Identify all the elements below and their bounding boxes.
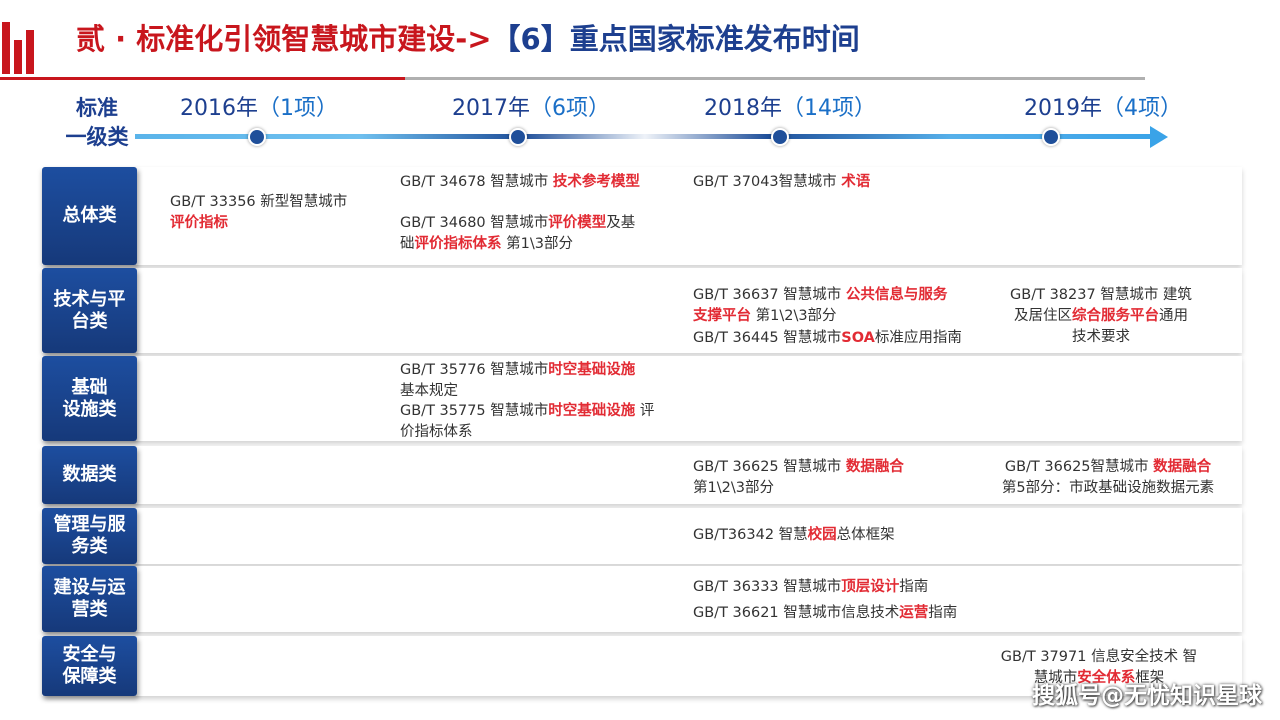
standard-entry: GB/T 35776 智慧城市时空基础设施 基本规定 <box>400 362 636 399</box>
category-security: 安全与 保障类 <box>42 636 137 696</box>
standard-entry: GB/T 36445 智慧城市SOA标准应用指南 <box>693 330 962 346</box>
row-bg-management <box>42 508 1242 564</box>
standard-entry: GB/T 36333 智慧城市顶层设计指南 <box>693 579 929 595</box>
timeline-arrow-icon <box>1150 126 1168 148</box>
standard-entry: GB/T 36621 智慧城市信息技术运营指南 <box>693 605 958 621</box>
page-title: 贰 · 标准化引领智慧城市建设->【6】重点国家标准发布时间 <box>76 16 860 58</box>
watermark: 搜狐号@无忧知识星球 <box>1032 683 1262 709</box>
standard-entry: GB/T 37043智慧城市 术语 <box>693 174 871 190</box>
category-data: 数据类 <box>42 446 137 504</box>
title-suffix: 【6】重点国家标准发布时间 <box>491 22 860 56</box>
standard-entry: GB/T 35775 智慧城市时空基础设施 评 价指标体系 <box>400 403 655 440</box>
standard-entry: GB/T 33356 新型智慧城市 评价指标 <box>170 194 348 231</box>
standard-entry: GB/T36342 智慧校园总体框架 <box>693 527 895 543</box>
category-infrastructure: 基础 设施类 <box>42 356 137 441</box>
standard-entry: GB/T 38237 智慧城市 建筑 及居住区综合服务平台通用 技术要求 <box>1010 287 1192 345</box>
year-2018: 2018年（14项） <box>704 96 877 121</box>
year-2017: 2017年（6项） <box>452 96 611 121</box>
timeline-bar <box>135 134 1155 139</box>
title-underline-gray <box>405 77 1145 80</box>
timeline-dot-2016 <box>248 128 266 146</box>
title-underline-red <box>0 77 405 80</box>
standard-entry: GB/T 34680 智慧城市评价模型及基 础评价指标体系 第1\3部分 <box>400 215 636 252</box>
category-construction: 建设与运 营类 <box>42 566 137 632</box>
category-overall: 总体类 <box>42 167 137 265</box>
standard-entry: GB/T 36625智慧城市 数据融合 第5部分：市政基础设施数据元素 <box>1001 459 1215 496</box>
standard-entry: GB/T 34678 智慧城市 技术参考模型 <box>400 174 640 190</box>
title-prefix: 贰 · 标准化引领智慧城市建设-> <box>76 22 492 56</box>
corner-label-line-2: 一级类 <box>65 125 129 149</box>
timeline-dot-2017 <box>509 128 527 146</box>
logo-icon <box>0 0 40 78</box>
row-bg-construction <box>42 566 1242 632</box>
category-management: 管理与服 务类 <box>42 508 137 564</box>
corner-label: 标准 一级类 <box>62 94 132 152</box>
timeline-dot-2018 <box>771 128 789 146</box>
standard-entry: GB/T 36625 智慧城市 数据融合 第1\2\3部分 <box>693 459 904 496</box>
corner-label-line-1: 标准 <box>76 96 118 120</box>
timeline-dot-2019 <box>1042 128 1060 146</box>
year-2016: 2016年（1项） <box>180 96 339 121</box>
standard-entry: GB/T 36637 智慧城市 公共信息与服务 支撑平台 第1\2\3部分 <box>693 287 948 324</box>
category-tech-platform: 技术与平 台类 <box>42 268 137 353</box>
year-2019: 2019年（4项） <box>1024 96 1183 121</box>
